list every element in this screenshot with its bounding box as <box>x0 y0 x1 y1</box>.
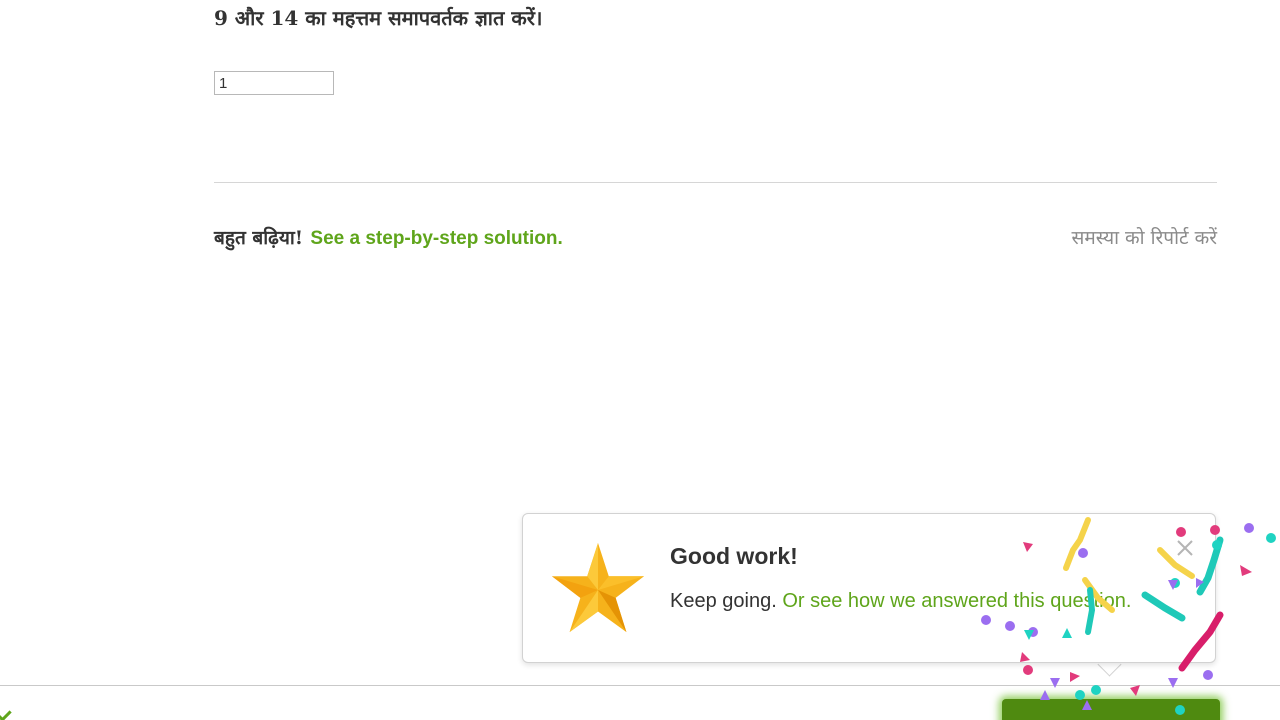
report-problem-link[interactable]: समस्या को रिपोर्ट करें <box>1071 224 1217 250</box>
question-text: 9 और 14 का महत्तम समापवर्तक ज्ञात करें। <box>214 6 543 30</box>
praise-text: बहुत बढ़िया! <box>214 227 304 249</box>
next-question-button[interactable] <box>1002 699 1220 720</box>
star-icon <box>551 542 645 633</box>
divider <box>214 182 1217 183</box>
feedback-line: बहुत बढ़िया! See a step-by-step solution… <box>214 224 563 250</box>
step-by-step-solution-link[interactable]: See a step-by-step solution. <box>310 228 562 249</box>
popover-body-text: Keep going. <box>670 590 777 612</box>
answer-input[interactable] <box>214 71 334 95</box>
popover-body: Keep going. Or see how we answered this … <box>670 590 1131 613</box>
see-answer-link[interactable]: Or see how we answered this question. <box>782 590 1131 612</box>
popover-title: Good work! <box>670 543 798 569</box>
good-work-popover: Good work! Keep going. Or see how we ans… <box>522 513 1216 663</box>
close-icon[interactable] <box>1175 538 1195 558</box>
